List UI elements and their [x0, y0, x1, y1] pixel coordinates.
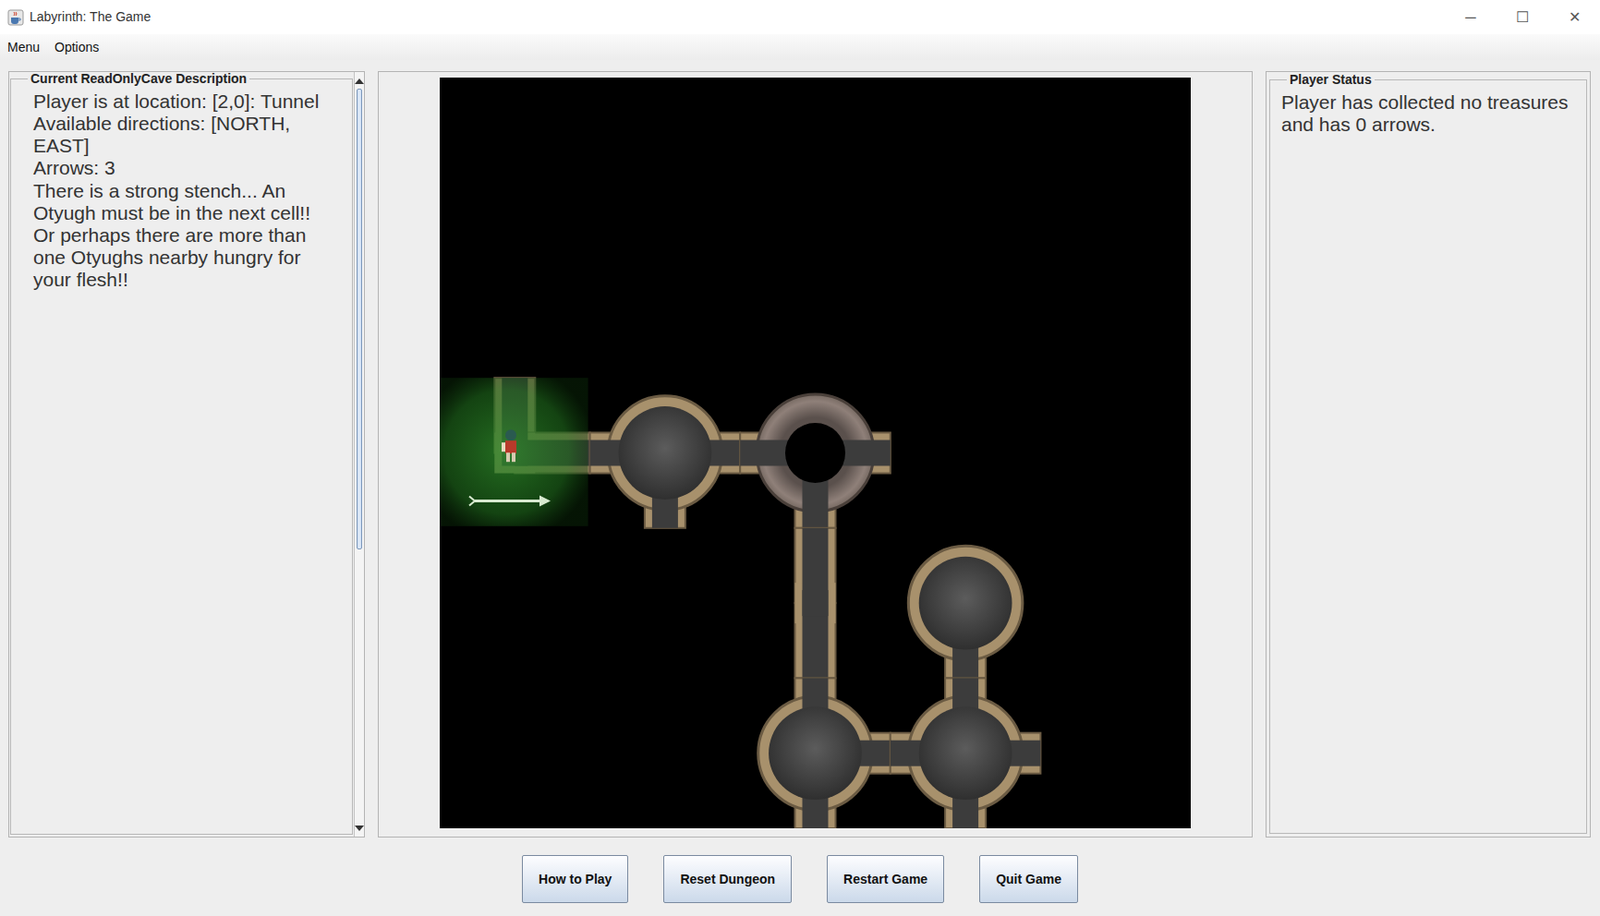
status-box: Player Status Player has collected no tr…: [1269, 72, 1588, 835]
map-cell: [439, 377, 591, 527]
description-line: Available directions: [NORTH, EAST]: [33, 112, 336, 158]
status-title: Player Status: [1286, 72, 1375, 86]
stench-cloud: [439, 377, 589, 527]
menu-item[interactable]: Menu: [0, 37, 48, 58]
description-line: Arrows: 3: [33, 157, 336, 180]
game-button[interactable]: Reset Dungeon: [663, 855, 792, 904]
map-cell: [795, 528, 837, 679]
scroll-down-icon[interactable]: [354, 820, 364, 837]
map-cell: [758, 678, 891, 829]
scroll-track[interactable]: [354, 88, 364, 821]
game-button[interactable]: How to Play: [521, 855, 629, 904]
close-button[interactable]: ✕: [1548, 6, 1600, 29]
scroll-up-icon[interactable]: [354, 72, 364, 89]
title-bar: Labyrinth: The Game ─☐✕: [0, 0, 1600, 35]
description-line: There is a strong stench... An Otyugh mu…: [33, 180, 336, 292]
status-text: Player has collected no treasures and ha…: [1281, 85, 1577, 136]
scroll-thumb[interactable]: [356, 88, 363, 550]
description-line: Player is at location: [2,0]: Tunnel: [33, 90, 336, 113]
game-button[interactable]: Restart Game: [826, 855, 945, 904]
java-cup-icon: [7, 9, 25, 26]
button-bar: How to Play Reset Dungeon Restart Game Quit…: [0, 837, 1600, 904]
map-cell: [590, 396, 741, 529]
map-cell: [739, 394, 891, 529]
minimize-button[interactable]: ─: [1444, 6, 1497, 29]
description-box: Current ReadOnlyCave Description Player …: [10, 72, 353, 836]
map-panel: [377, 71, 1253, 838]
map-cell: [908, 545, 1023, 679]
description-title: Current ReadOnlyCave Description: [27, 72, 250, 85]
menu-bar: MenuOptions: [0, 34, 1600, 61]
game-button[interactable]: Quit Game: [979, 855, 1079, 904]
scrollbar[interactable]: [353, 72, 364, 837]
menu-item[interactable]: Options: [47, 37, 107, 58]
arrow-icon: [469, 496, 551, 508]
window-title: Labyrinth: The Game: [29, 7, 151, 27]
dungeon-map: [439, 77, 1191, 829]
player-icon: [501, 429, 517, 462]
maximize-button[interactable]: ☐: [1496, 6, 1549, 29]
map-cell: [890, 678, 1042, 829]
status-panel: Player Status Player has collected no tr…: [1265, 71, 1591, 838]
description-panel: Current ReadOnlyCave Description Player …: [8, 71, 365, 838]
